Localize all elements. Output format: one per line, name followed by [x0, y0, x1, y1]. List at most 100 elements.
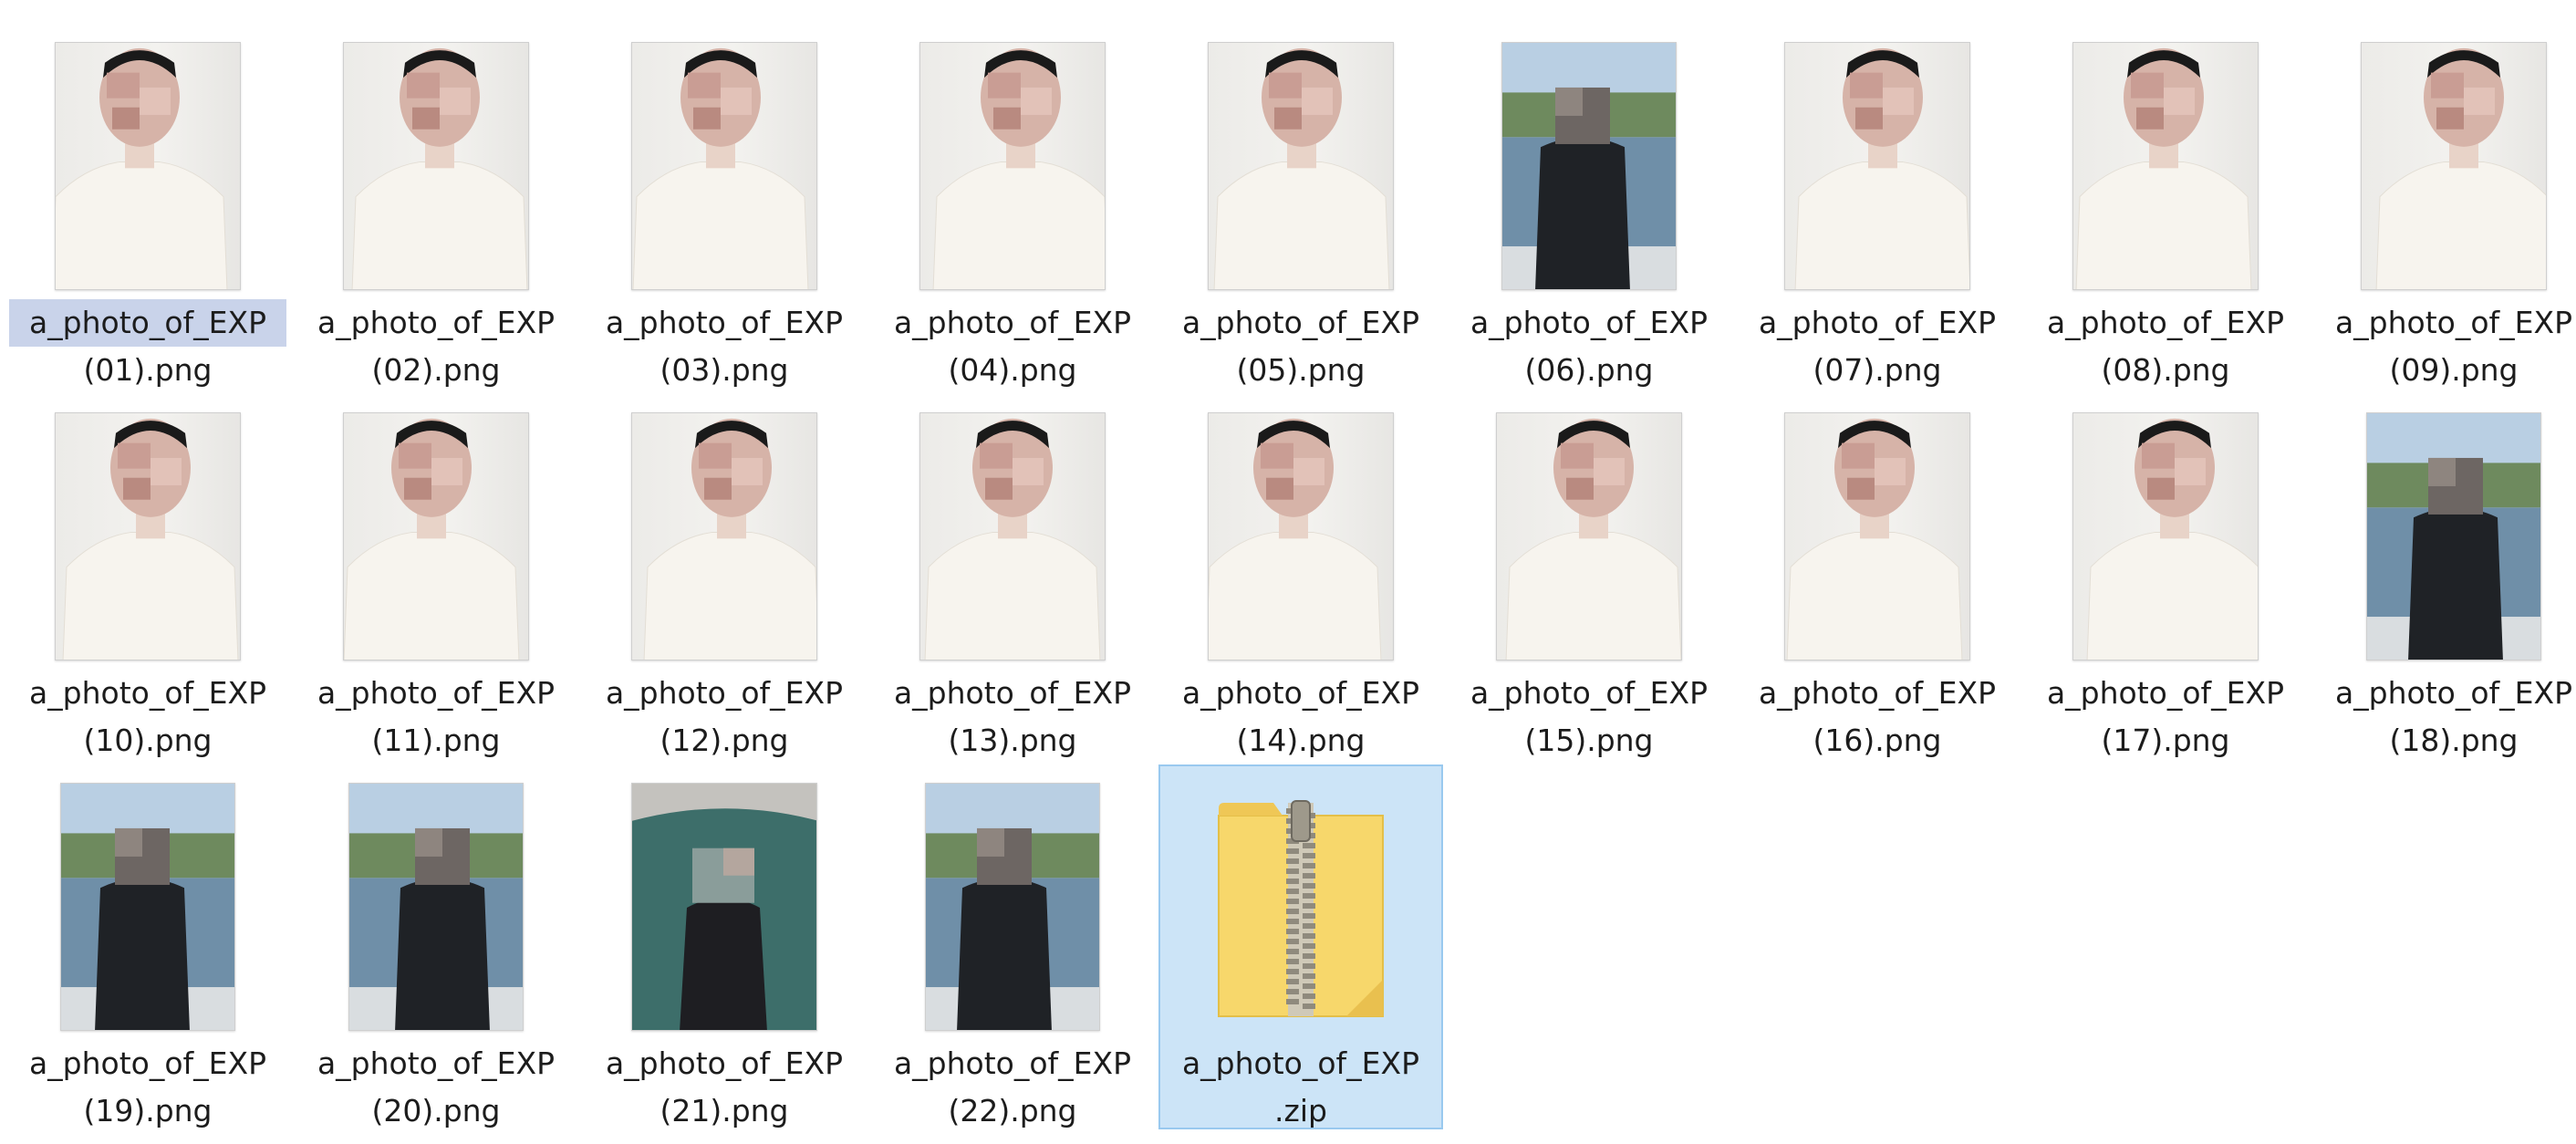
image-file-item[interactable]: a_photo_of_EXP (01).png: [5, 24, 290, 389]
file-name-line-2: (09).png: [2389, 352, 2519, 388]
file-name-line-1: a_photo_of_EXP: [605, 675, 844, 711]
thumbnail-area: [2313, 33, 2576, 299]
file-name-line-1: a_photo_of_EXP: [605, 305, 844, 340]
thumbnail-area: [7, 774, 288, 1040]
file-name-line-1: a_photo_of_EXP: [317, 1045, 556, 1081]
file-name-line-2: (18).png: [2389, 723, 2519, 758]
file-name-line-1: a_photo_of_EXP: [1758, 675, 1997, 711]
file-name-label: a_photo_of_EXP (09).png: [2313, 299, 2576, 394]
image-thumbnail-icon: [1496, 412, 1682, 660]
file-name-label: a_photo_of_EXP (06).png: [1449, 299, 1729, 394]
file-name-line-2: (14).png: [1236, 723, 1366, 758]
file-name-line-2: (15).png: [1524, 723, 1654, 758]
zip-folder-icon: [1210, 788, 1392, 1025]
file-name-line-1: a_photo_of_EXP: [1181, 1045, 1420, 1081]
file-name-line-1: a_photo_of_EXP: [1758, 305, 1997, 340]
image-file-item[interactable]: a_photo_of_EXP (22).png: [870, 764, 1155, 1129]
image-file-item[interactable]: a_photo_of_EXP (06).png: [1447, 24, 1731, 389]
file-name-line-1: a_photo_of_EXP: [2334, 675, 2573, 711]
thumbnail-area: [872, 33, 1153, 299]
image-thumbnail-icon: [2072, 412, 2259, 660]
image-file-item[interactable]: a_photo_of_EXP (18).png: [2311, 394, 2576, 759]
file-name-label: a_photo_of_EXP (12).png: [584, 670, 865, 764]
thumbnail-area: [1449, 403, 1729, 670]
image-thumbnail-icon: [343, 412, 529, 660]
file-name-line-2: .zip: [1274, 1093, 1327, 1128]
file-name-line-2: (16).png: [1813, 723, 1942, 758]
file-name-line-2: (01).png: [83, 352, 213, 388]
file-name-label: a_photo_of_EXP (08).png: [2025, 299, 2306, 394]
image-file-item[interactable]: a_photo_of_EXP (08).png: [2023, 24, 2308, 389]
image-file-item[interactable]: a_photo_of_EXP (14).png: [1158, 394, 1443, 759]
file-name-line-1: a_photo_of_EXP: [28, 1045, 267, 1081]
file-name-label: a_photo_of_EXP (10).png: [7, 670, 288, 764]
image-file-item[interactable]: a_photo_of_EXP (07).png: [1735, 24, 2020, 389]
file-name-line-2: (20).png: [371, 1093, 501, 1128]
file-name-label: a_photo_of_EXP (03).png: [584, 299, 865, 394]
thumbnail-area: [584, 403, 865, 670]
file-name-line-2: (03).png: [660, 352, 789, 388]
zip-file-item[interactable]: a_photo_of_EXP .zip: [1158, 764, 1443, 1129]
file-grid: a_photo_of_EXP (01).png a_photo_of_EXP (02)…: [0, 0, 2576, 1144]
thumbnail-area: [2313, 403, 2576, 670]
file-name-line-1: a_photo_of_EXP: [893, 1045, 1132, 1081]
thumbnail-area: [1737, 33, 2018, 299]
file-name-line-2: (13).png: [948, 723, 1077, 758]
thumbnail-area: [296, 403, 576, 670]
file-name-label: a_photo_of_EXP (02).png: [296, 299, 576, 394]
file-name-line-2: (02).png: [371, 352, 501, 388]
image-thumbnail-icon: [631, 783, 817, 1031]
file-name-line-1: a_photo_of_EXP: [605, 1045, 844, 1081]
image-thumbnail-icon: [1784, 42, 1970, 290]
image-thumbnail-icon: [919, 412, 1106, 660]
file-name-line-2: (04).png: [948, 352, 1077, 388]
image-file-item[interactable]: a_photo_of_EXP (03).png: [582, 24, 867, 389]
file-name-line-2: (17).png: [2101, 723, 2230, 758]
image-file-item[interactable]: a_photo_of_EXP (16).png: [1735, 394, 2020, 759]
image-file-item[interactable]: a_photo_of_EXP (13).png: [870, 394, 1155, 759]
file-name-line-2: (10).png: [83, 723, 213, 758]
file-name-label: a_photo_of_EXP (14).png: [1160, 670, 1441, 764]
image-file-item[interactable]: a_photo_of_EXP (04).png: [870, 24, 1155, 389]
thumbnail-area: [7, 403, 288, 670]
file-name-line-1: a_photo_of_EXP: [9, 299, 286, 347]
file-name-label: a_photo_of_EXP (20).png: [296, 1040, 576, 1135]
file-name-label: a_photo_of_EXP (13).png: [872, 670, 1153, 764]
thumbnail-area: [1449, 33, 1729, 299]
thumbnail-area: [2025, 33, 2306, 299]
file-name-line-1: a_photo_of_EXP: [893, 305, 1132, 340]
file-name-line-1: a_photo_of_EXP: [893, 675, 1132, 711]
file-name-line-1: a_photo_of_EXP: [1470, 675, 1709, 711]
thumbnail-area: [584, 774, 865, 1040]
image-file-item[interactable]: a_photo_of_EXP (05).png: [1158, 24, 1443, 389]
thumbnail-area: [584, 33, 865, 299]
file-name-line-2: (08).png: [2101, 352, 2230, 388]
file-name-line-1: a_photo_of_EXP: [1181, 675, 1420, 711]
image-thumbnail-icon: [1208, 42, 1394, 290]
thumbnail-area: [1160, 403, 1441, 670]
image-file-item[interactable]: a_photo_of_EXP (12).png: [582, 394, 867, 759]
file-name-label: a_photo_of_EXP (22).png: [872, 1040, 1153, 1135]
image-file-item[interactable]: a_photo_of_EXP (02).png: [294, 24, 578, 389]
image-thumbnail-icon: [60, 783, 235, 1031]
file-name-label: a_photo_of_EXP (15).png: [1449, 670, 1729, 764]
image-file-item[interactable]: a_photo_of_EXP (11).png: [294, 394, 578, 759]
file-name-line-1: a_photo_of_EXP: [1470, 305, 1709, 340]
image-thumbnail-icon: [2366, 412, 2541, 660]
file-name-label: a_photo_of_EXP (18).png: [2313, 670, 2576, 764]
image-file-item[interactable]: a_photo_of_EXP (17).png: [2023, 394, 2308, 759]
image-file-item[interactable]: a_photo_of_EXP (19).png: [5, 764, 290, 1129]
image-thumbnail-icon: [1784, 412, 1970, 660]
image-file-item[interactable]: a_photo_of_EXP (09).png: [2311, 24, 2576, 389]
image-file-item[interactable]: a_photo_of_EXP (10).png: [5, 394, 290, 759]
thumbnail-area: [296, 33, 576, 299]
image-file-item[interactable]: a_photo_of_EXP (20).png: [294, 764, 578, 1129]
file-name-label: a_photo_of_EXP (05).png: [1160, 299, 1441, 394]
thumbnail-area: [7, 33, 288, 299]
image-file-item[interactable]: a_photo_of_EXP (21).png: [582, 764, 867, 1129]
image-thumbnail-icon: [919, 42, 1106, 290]
file-name-label: a_photo_of_EXP (16).png: [1737, 670, 2018, 764]
image-file-item[interactable]: a_photo_of_EXP (15).png: [1447, 394, 1731, 759]
file-name-label: a_photo_of_EXP (21).png: [584, 1040, 865, 1135]
file-name-label: a_photo_of_EXP (04).png: [872, 299, 1153, 394]
